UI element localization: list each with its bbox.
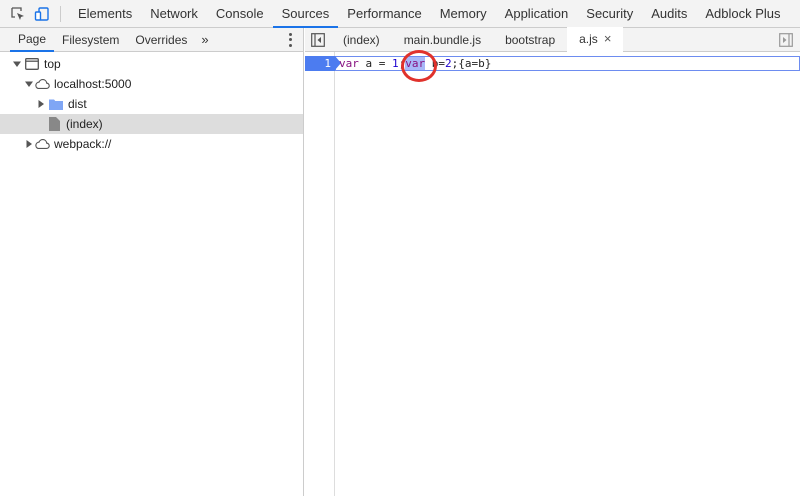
tab-console[interactable]: Console [207, 0, 273, 28]
file-tree: top localhost:5000 dist (index) webpack:… [0, 52, 303, 154]
tab-application[interactable]: Application [496, 0, 578, 28]
code-token: a = [358, 57, 392, 70]
tree-label-localhost: localhost:5000 [54, 77, 132, 91]
number-token: 2 [445, 57, 452, 70]
tab-elements[interactable]: Elements [69, 0, 141, 28]
toggle-debugger-icon[interactable] [778, 32, 794, 48]
navigator-menu-icon[interactable] [287, 32, 293, 48]
tree-label-index: (index) [66, 117, 103, 131]
cloud-icon [34, 76, 50, 92]
tree-label-dist: dist [68, 97, 87, 111]
red-circle-annotation [401, 50, 437, 82]
tab-memory[interactable]: Memory [431, 0, 496, 28]
code-token: ;{a=b} [451, 57, 492, 70]
editor-tab-main-bundle[interactable]: main.bundle.js [392, 28, 493, 52]
tree-item-localhost[interactable]: localhost:5000 [0, 74, 303, 94]
file-icon [46, 116, 62, 132]
editor-tab-label: a.js [579, 32, 598, 46]
tree-item-top[interactable]: top [0, 54, 303, 74]
device-toolbar-icon[interactable] [30, 0, 54, 28]
keyword-token: var [339, 57, 359, 70]
editor-tab-a-js[interactable]: a.js × [567, 27, 624, 52]
expanded-triangle-icon[interactable] [12, 59, 22, 69]
sources-navigator: Page Filesystem Overrides » top localhos… [0, 28, 304, 496]
inspect-element-icon[interactable] [6, 0, 30, 28]
tab-sources[interactable]: Sources [272, 0, 339, 28]
code-area[interactable]: 1 var a = 1;var b=2;{a=b} [305, 52, 800, 496]
folder-icon [48, 96, 64, 112]
tab-security[interactable]: Security [577, 0, 642, 28]
collapsed-triangle-icon[interactable] [24, 139, 34, 149]
number-token: 1 [392, 57, 399, 70]
navigator-tabs: Page Filesystem Overrides » [0, 28, 303, 52]
tab-network[interactable]: Network [141, 0, 207, 28]
source-editor: (index) main.bundle.js bootstrap a.js × 1… [305, 27, 800, 496]
collapsed-triangle-icon[interactable] [36, 99, 46, 109]
tree-item-dist[interactable]: dist [0, 94, 303, 114]
tab-page[interactable]: Page [10, 28, 55, 52]
editor-tab-bootstrap[interactable]: bootstrap [493, 28, 567, 52]
frame-icon [24, 56, 40, 72]
tab-audits[interactable]: Audits [642, 0, 696, 28]
more-tabs-button[interactable]: » [195, 32, 214, 47]
close-icon[interactable]: × [604, 31, 612, 46]
tree-label-webpack: webpack:// [54, 137, 112, 151]
tree-item-index[interactable]: (index) [0, 114, 303, 134]
expanded-triangle-icon[interactable] [24, 79, 34, 89]
toolbar-divider [60, 5, 61, 22]
code-line[interactable]: 1 var a = 1;var b=2;{a=b} [305, 56, 800, 71]
tree-label-top: top [44, 57, 61, 71]
tree-item-webpack[interactable]: webpack:// [0, 134, 303, 154]
tab-overrides[interactable]: Overrides [127, 28, 195, 52]
editor-tab-strip: (index) main.bundle.js bootstrap a.js × [305, 27, 800, 52]
line-gutter[interactable] [305, 52, 335, 496]
breakpoint-line-number[interactable]: 1 [305, 56, 341, 71]
cloud-icon [34, 136, 50, 152]
tab-filesystem[interactable]: Filesystem [54, 28, 127, 52]
toggle-navigator-icon[interactable] [305, 28, 331, 52]
editor-tab-index[interactable]: (index) [331, 28, 392, 52]
tab-performance[interactable]: Performance [338, 0, 430, 28]
devtools-toolbar: Elements Network Console Sources Perform… [0, 0, 800, 28]
tab-adblock-plus[interactable]: Adblock Plus [696, 0, 789, 28]
